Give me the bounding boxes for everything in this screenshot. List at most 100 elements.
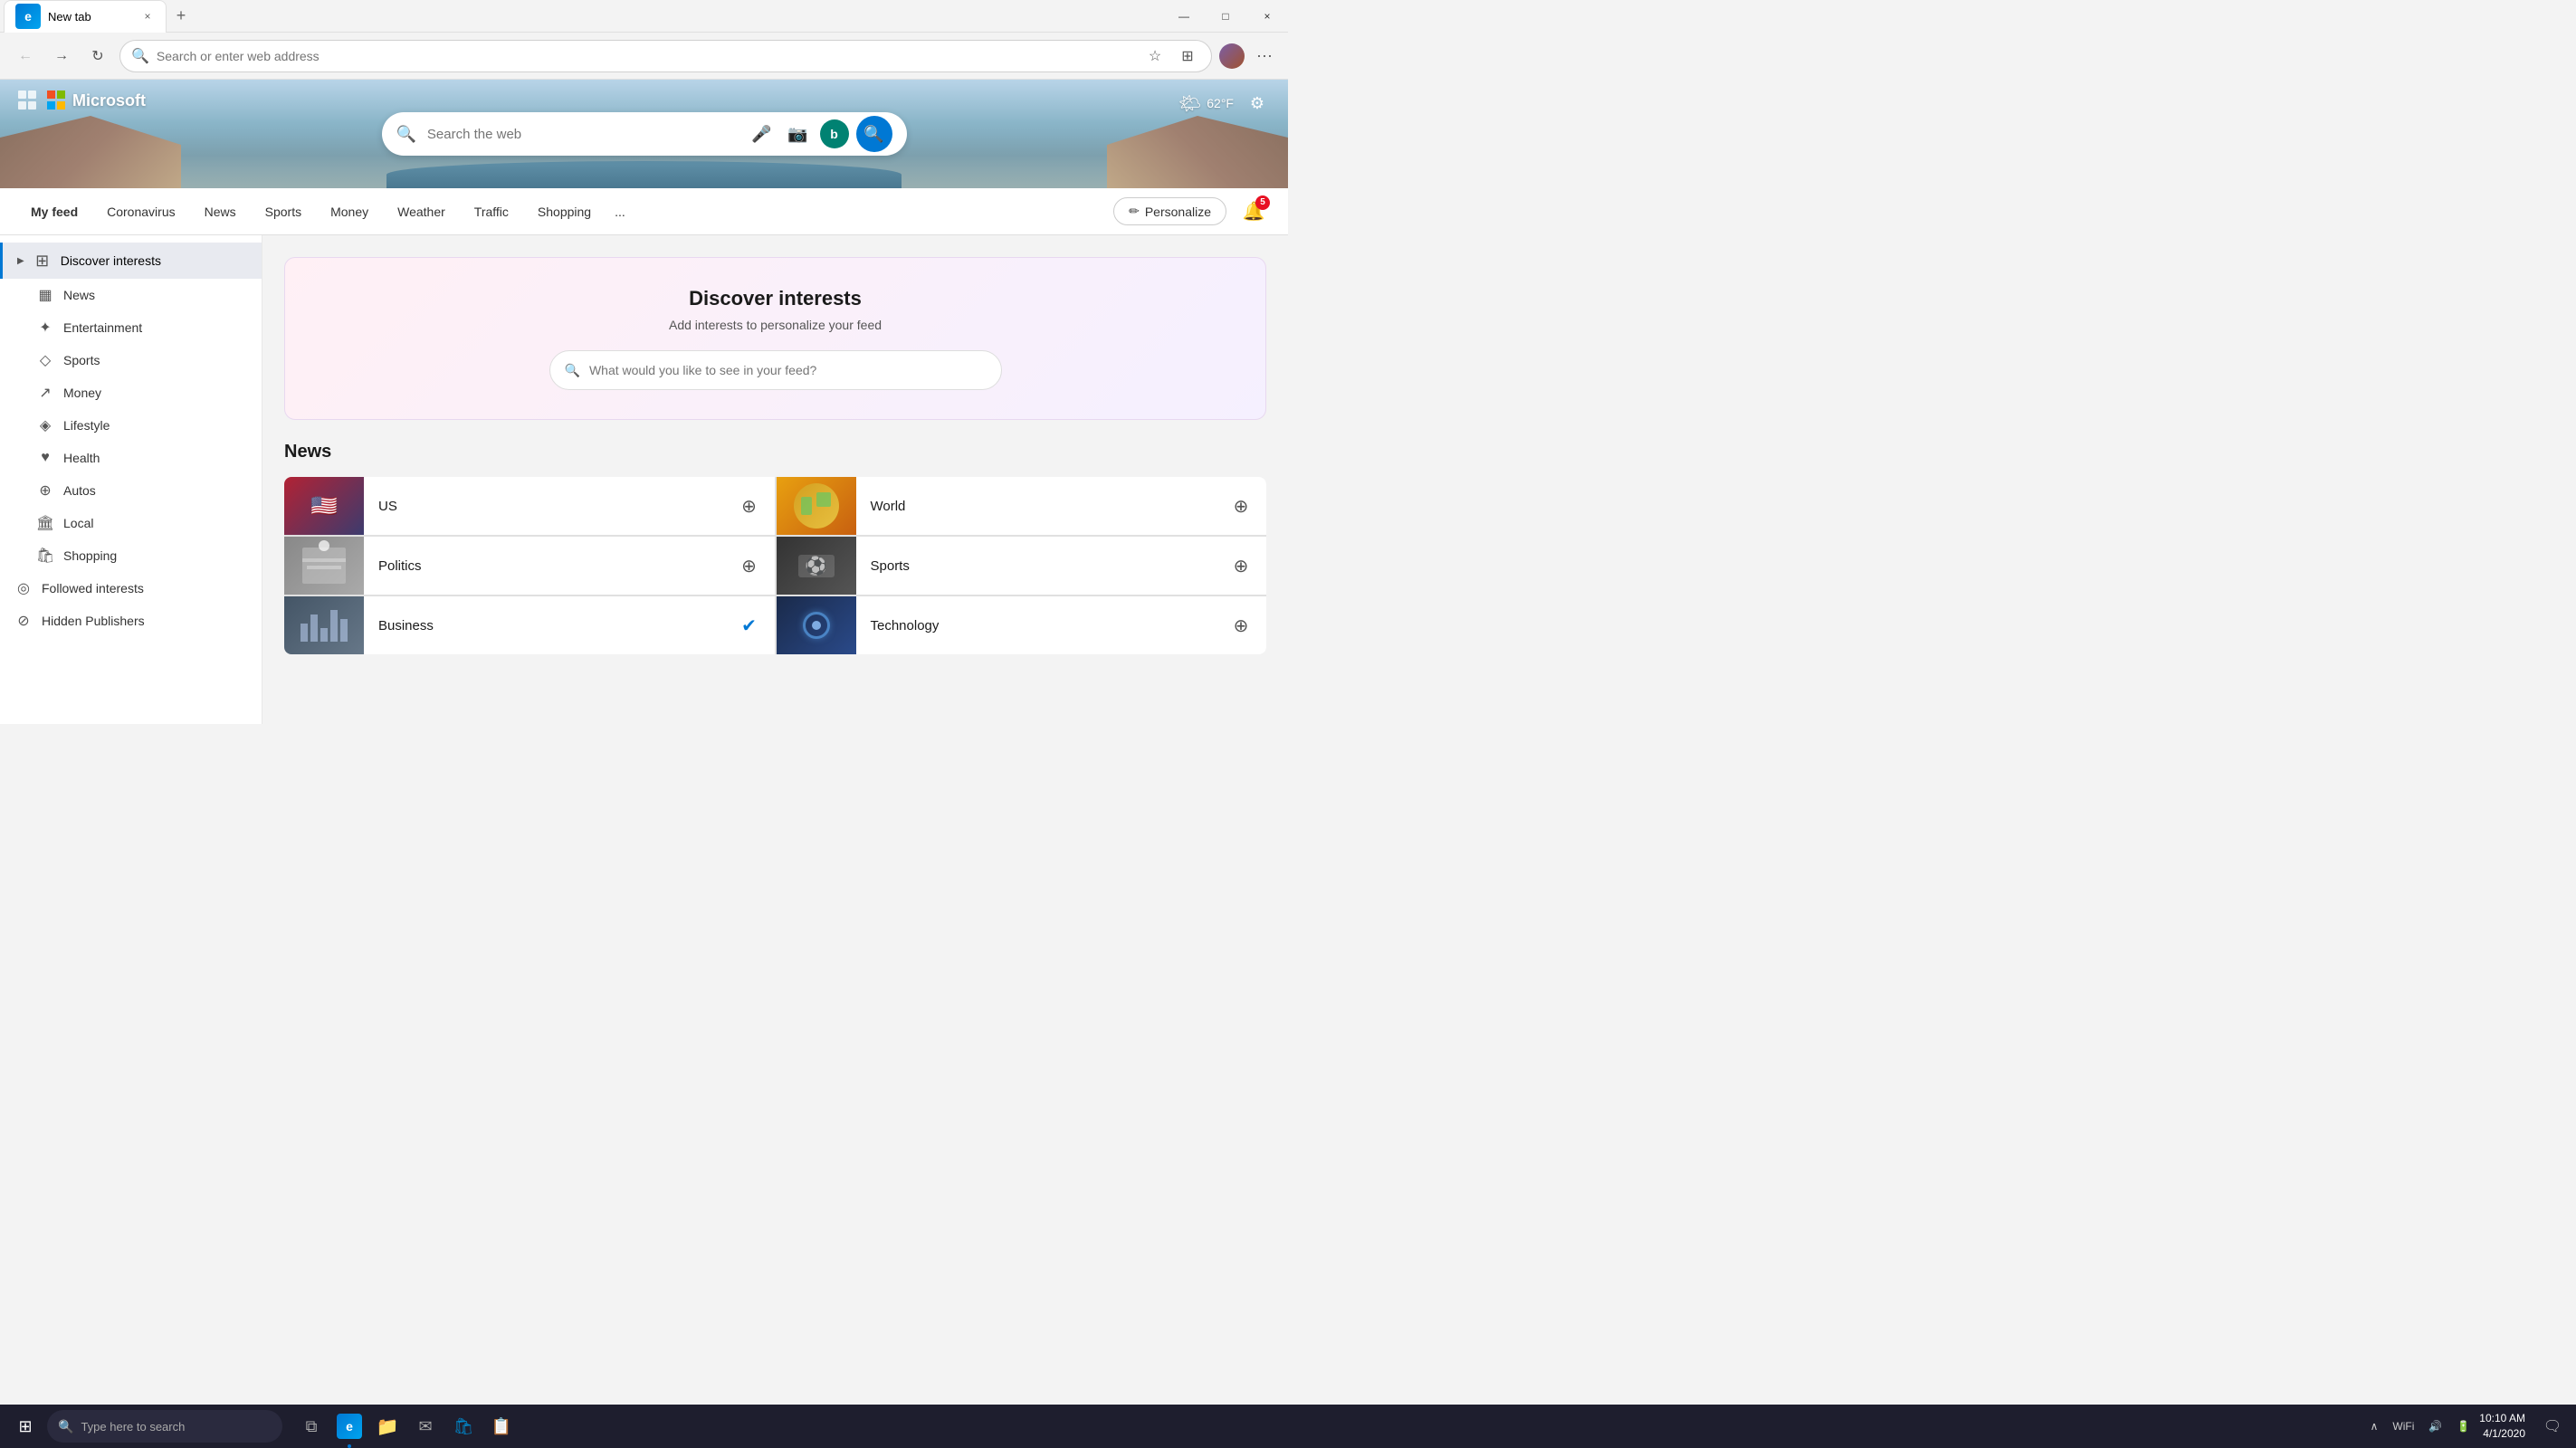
- notification-button[interactable]: 🔔 5: [1237, 195, 1270, 228]
- sidebar-lifestyle-label: Lifestyle: [63, 418, 110, 433]
- maximize-button[interactable]: □: [1205, 0, 1246, 33]
- taskbar-task-view[interactable]: ⧉: [293, 1405, 329, 1448]
- notes-icon: 📋: [491, 1417, 511, 1436]
- nav-item-coronavirus[interactable]: Coronavirus: [94, 195, 187, 228]
- user-avatar[interactable]: [1219, 43, 1245, 69]
- sidebar-hidden-label: Hidden Publishers: [42, 614, 145, 628]
- forward-button[interactable]: →: [47, 42, 76, 71]
- browser-tab[interactable]: e New tab ×: [4, 0, 167, 33]
- nav-item-money[interactable]: Money: [318, 195, 381, 228]
- news-label-business: Business: [364, 618, 735, 634]
- news-item-politics[interactable]: Politics ⊕: [284, 537, 775, 595]
- search-submit-button[interactable]: 🔍: [856, 116, 892, 152]
- news-grid: 🇺🇸 US ⊕ World ⊕: [284, 477, 1266, 654]
- personalize-button[interactable]: ✏ Personalize: [1113, 197, 1226, 225]
- news-item-technology[interactable]: Technology ⊕: [777, 596, 1267, 654]
- settings-icon[interactable]: ⚙: [1245, 90, 1270, 116]
- mail-icon: ✉: [418, 1417, 432, 1436]
- address-icons: ☆ ⊞: [1142, 43, 1200, 69]
- discover-search-input[interactable]: [589, 363, 987, 377]
- news-item-us[interactable]: 🇺🇸 US ⊕: [284, 477, 775, 535]
- taskbar-clock[interactable]: 10:10 AM 4/1/2020: [2479, 1411, 2525, 1442]
- ms-brand-text: Microsoft: [72, 91, 146, 110]
- apps-grid-icon[interactable]: [18, 90, 38, 110]
- discover-icon: ⊞: [32, 250, 53, 272]
- news-thumb-politics: [284, 537, 364, 595]
- ms-brand-wrap: Microsoft: [47, 90, 146, 110]
- taskbar-search[interactable]: 🔍 Type here to search: [47, 1410, 282, 1443]
- sidebar-hidden-publishers[interactable]: ⊘ Hidden Publishers: [0, 605, 262, 637]
- nav-item-traffic[interactable]: Traffic: [462, 195, 521, 228]
- address-input-wrap[interactable]: 🔍 ☆ ⊞: [119, 40, 1212, 72]
- sidebar-item-lifestyle[interactable]: ◈ Lifestyle: [0, 409, 262, 442]
- network-icon[interactable]: WiFi: [2387, 1418, 2419, 1434]
- sidebar-item-sports[interactable]: ◇ Sports: [0, 344, 262, 376]
- taskbar-system-tray: ∧ WiFi 🔊 🔋: [2365, 1418, 2476, 1434]
- action-center-button[interactable]: 🗨: [2536, 1410, 2569, 1443]
- taskbar: ⊞ 🔍 Type here to search ⧉ e 📁 ✉ 🛍 📋 ∧ Wi…: [0, 1405, 2576, 1448]
- hero-top-left: Microsoft: [18, 90, 146, 110]
- taskbar-notes[interactable]: 📋: [483, 1405, 520, 1448]
- microphone-icon[interactable]: 🎤: [748, 119, 777, 148]
- back-button[interactable]: ←: [11, 42, 40, 71]
- hero-search-input[interactable]: [427, 127, 737, 142]
- new-tab-button[interactable]: +: [167, 2, 196, 31]
- sidebar-discover-interests[interactable]: ▶ ⊞ Discover interests: [0, 243, 262, 279]
- news-label-us: US: [364, 499, 735, 514]
- system-tray-expand[interactable]: ∧: [2365, 1418, 2384, 1434]
- taskbar-file-explorer[interactable]: 📁: [369, 1405, 405, 1448]
- weather-widget[interactable]: 🌤 62°F: [1178, 92, 1234, 115]
- sidebar-money-label: Money: [63, 386, 101, 400]
- news-item-business[interactable]: Business ✔: [284, 596, 775, 654]
- discover-search-bar[interactable]: 🔍: [549, 350, 1002, 390]
- address-input[interactable]: [157, 49, 1135, 63]
- sidebar-item-local[interactable]: 🏛 Local: [0, 507, 262, 539]
- taskbar-edge[interactable]: e: [331, 1405, 367, 1448]
- sidebar-item-health[interactable]: ♥ Health: [0, 442, 262, 474]
- taskbar-mail[interactable]: ✉: [407, 1405, 444, 1448]
- sidebar-item-entertainment[interactable]: ✦ Entertainment: [0, 311, 262, 344]
- start-button[interactable]: ⊞: [7, 1408, 43, 1444]
- weather-icon: 🌤: [1178, 92, 1201, 115]
- tab-close-button[interactable]: ×: [140, 9, 155, 24]
- sidebar-item-news[interactable]: ▦ News: [0, 279, 262, 311]
- bing-icon[interactable]: b: [820, 119, 849, 148]
- hero-water: [386, 161, 902, 188]
- nav-item-shopping[interactable]: Shopping: [525, 195, 604, 228]
- pencil-icon: ✏: [1129, 204, 1140, 219]
- file-explorer-icon: 📁: [377, 1415, 399, 1438]
- nav-item-weather[interactable]: Weather: [385, 195, 458, 228]
- sidebar-followed-interests[interactable]: ◎ Followed interests: [0, 572, 262, 605]
- taskbar-store[interactable]: 🛍: [445, 1405, 482, 1448]
- camera-icon[interactable]: 📷: [784, 119, 813, 148]
- hero-top-right: 🌤 62°F ⚙: [1178, 90, 1270, 116]
- nav-more-button[interactable]: ...: [607, 195, 633, 228]
- news-add-technology[interactable]: ⊕: [1226, 611, 1255, 640]
- volume-icon[interactable]: 🔊: [2423, 1418, 2447, 1434]
- close-button[interactable]: ×: [1246, 0, 1288, 33]
- hero-search-bar[interactable]: 🔍 🎤 📷 b 🔍: [382, 112, 907, 156]
- news-add-business[interactable]: ✔: [735, 611, 764, 640]
- taskbar-date-value: 4/1/2020: [2479, 1426, 2525, 1442]
- nav-item-sports[interactable]: Sports: [253, 195, 314, 228]
- more-button[interactable]: ···: [1252, 43, 1277, 69]
- news-add-sports[interactable]: ⊕: [1226, 551, 1255, 580]
- refresh-button[interactable]: ↻: [83, 42, 112, 71]
- news-item-world[interactable]: World ⊕: [777, 477, 1267, 535]
- news-item-sports[interactable]: ⚽ Sports ⊕: [777, 537, 1267, 595]
- nav-item-news[interactable]: News: [192, 195, 249, 228]
- sidebar-discover-label: Discover interests: [61, 253, 161, 268]
- nav-item-my-feed[interactable]: My feed: [18, 195, 91, 228]
- lifestyle-icon: ◈: [36, 416, 54, 434]
- news-add-politics[interactable]: ⊕: [735, 551, 764, 580]
- store-icon: 🛍: [453, 1417, 474, 1436]
- minimize-button[interactable]: —: [1163, 0, 1205, 33]
- sidebar-item-shopping[interactable]: 🛍 Shopping: [0, 539, 262, 572]
- collections-icon[interactable]: ⊞: [1175, 43, 1200, 69]
- favorites-icon[interactable]: ☆: [1142, 43, 1168, 69]
- news-add-us[interactable]: ⊕: [735, 491, 764, 520]
- battery-icon[interactable]: 🔋: [2451, 1418, 2476, 1434]
- sidebar-item-money[interactable]: ↗ Money: [0, 376, 262, 409]
- sidebar-item-autos[interactable]: ⊕ Autos: [0, 474, 262, 507]
- news-add-world[interactable]: ⊕: [1226, 491, 1255, 520]
